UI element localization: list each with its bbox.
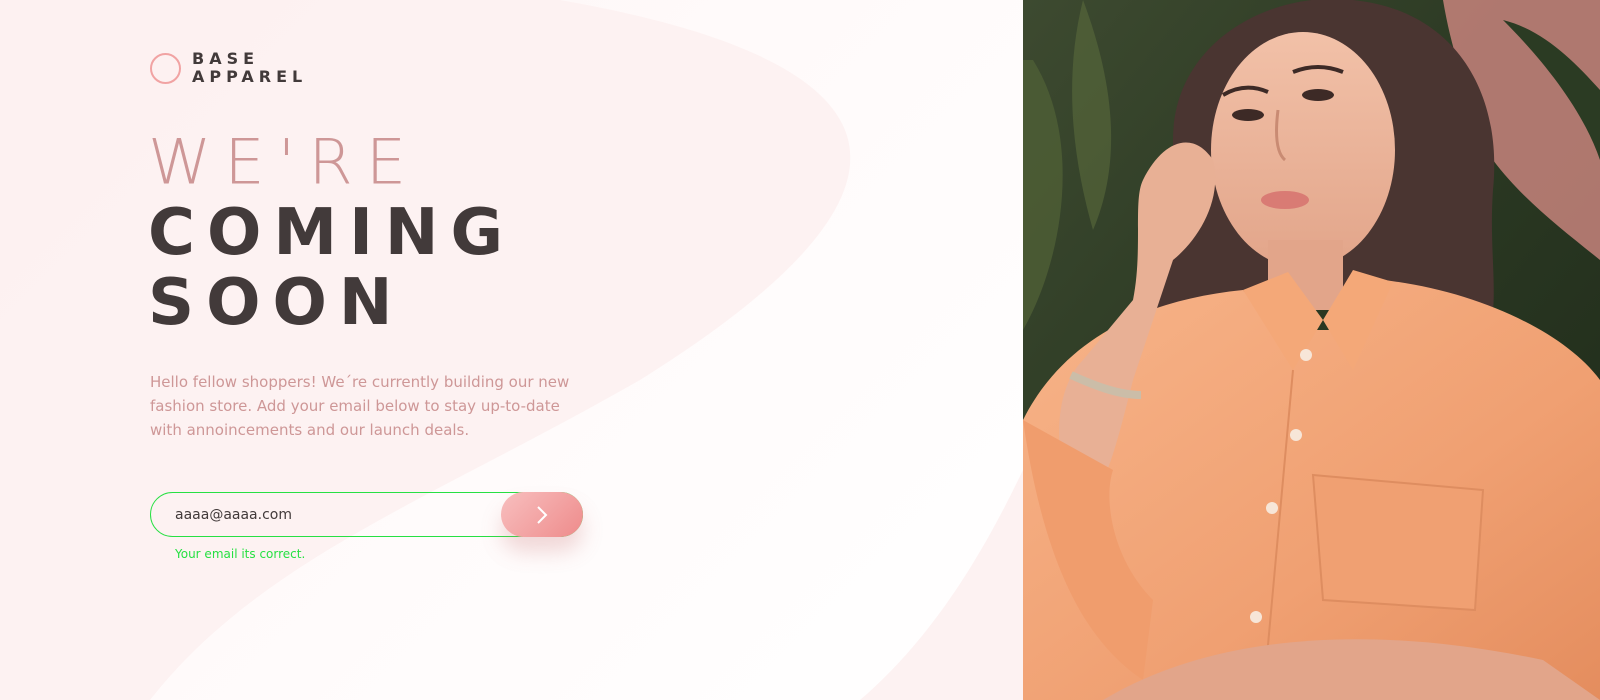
chevron-right-icon: [537, 505, 548, 524]
headline-line1: WE'RE: [148, 126, 420, 200]
background-wave: [0, 0, 1023, 700]
coming-soon-page: BASE APPAREL WE'RE COMING SOON Hello fel…: [0, 0, 1600, 700]
headline-line2: COMING: [148, 196, 515, 270]
brand-name: BASE APPAREL: [192, 50, 307, 86]
content-panel: BASE APPAREL WE'RE COMING SOON Hello fel…: [0, 0, 1023, 700]
description-text: Hello fellow shoppers! We´re currently b…: [150, 373, 570, 439]
email-signup-form: [150, 492, 583, 537]
headline-line3: SOON: [148, 266, 405, 340]
page-headline: WE'RE COMING SOON: [148, 128, 515, 338]
submit-button[interactable]: [501, 492, 583, 537]
brand-name-line1: BASE: [192, 49, 260, 68]
brand-name-line2: APPAREL: [192, 67, 308, 86]
hero-photo: [1023, 0, 1600, 700]
email-validation-message: Your email its correct.: [175, 547, 306, 561]
brand-logo[interactable]: BASE APPAREL: [150, 50, 307, 86]
woman-portrait-image: [1023, 0, 1600, 700]
logo-circle-icon: [150, 52, 181, 84]
